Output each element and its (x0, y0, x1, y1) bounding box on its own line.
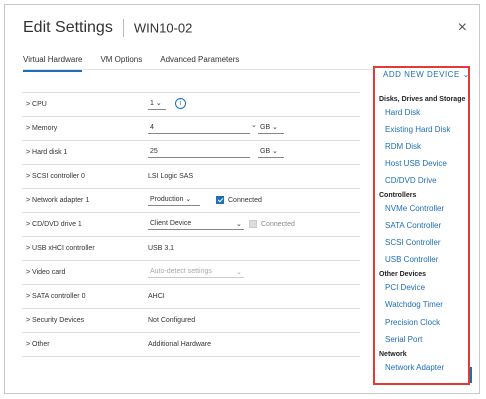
other-value: Additional Hardware (148, 341, 212, 348)
menu-item-serial-port[interactable]: Serial Port (385, 335, 422, 344)
menu-item-network-adapter[interactable]: Network Adapter (385, 363, 444, 372)
menu-item-hard-disk[interactable]: Hard Disk (385, 108, 420, 117)
cpu-label[interactable]: > CPU (26, 101, 47, 108)
menu-item-pci-device[interactable]: PCI Device (385, 283, 425, 292)
cpu-select[interactable]: 1 ⌄ (148, 98, 166, 110)
video-label[interactable]: > Video card (26, 269, 65, 276)
network-select[interactable]: Production ⌄ (148, 194, 200, 206)
row-hard-disk[interactable]: > Hard disk 1 25 GB ⌄ (22, 141, 360, 165)
network-connected-checkbox[interactable] (216, 196, 224, 204)
row-video-card[interactable]: > Video card Auto-detect settings ⌄ (22, 261, 360, 285)
row-network-adapter[interactable]: > Network adapter 1 Production ⌄ Connect… (22, 189, 360, 213)
cddvd-select[interactable]: Client Device (148, 218, 244, 230)
hardware-list: > CPU 1 ⌄ i > Memory 4 ⌄ GB ⌄ > Hard dis… (22, 92, 360, 357)
usb-label[interactable]: > USB xHCI controller (26, 245, 95, 252)
video-select[interactable]: Auto-detect settings (148, 266, 244, 278)
memory-unit-select[interactable]: GB ⌄ (258, 122, 284, 134)
row-usb-controller[interactable]: > USB xHCI controller USB 3.1 (22, 237, 360, 261)
menu-item-scsi-controller[interactable]: SCSI Controller (385, 238, 441, 247)
close-icon[interactable]: × (458, 19, 467, 37)
menu-group-controllers: Controllers (379, 192, 417, 199)
dialog-title: Edit Settings WIN10-02 (23, 19, 192, 37)
row-other[interactable]: > Other Additional Hardware (22, 333, 360, 357)
cddvd-connected-checkbox[interactable] (249, 220, 257, 228)
scsi-label[interactable]: > SCSI controller 0 (26, 173, 85, 180)
cddvd-connected-label: Connected (261, 221, 295, 228)
title-divider (122, 19, 124, 37)
menu-item-precision-clock[interactable]: Precision Clock (385, 318, 440, 327)
security-label[interactable]: > Security Devices (26, 317, 84, 324)
memory-stepper-icon[interactable]: ⌄ (251, 121, 257, 129)
network-connected-label: Connected (228, 197, 262, 204)
add-new-device-button[interactable]: ADD NEW DEVICE ⌄ (383, 70, 470, 79)
network-label[interactable]: > Network adapter 1 (26, 197, 89, 204)
menu-item-rdm-disk[interactable]: RDM Disk (385, 142, 421, 151)
row-cddvd-drive[interactable]: > CD/DVD drive 1 Client Device ⌄ Connect… (22, 213, 360, 237)
menu-item-existing-hard-disk[interactable]: Existing Hard Disk (385, 125, 450, 134)
row-cpu[interactable]: > CPU 1 ⌄ i (22, 93, 360, 117)
menu-item-watchdog-timer[interactable]: Watchdog Timer (385, 300, 443, 309)
menu-item-usb-controller[interactable]: USB Controller (385, 255, 438, 264)
other-label[interactable]: > Other (26, 341, 50, 348)
info-icon[interactable]: i (175, 98, 186, 109)
memory-input[interactable]: 4 (148, 122, 250, 134)
security-value: Not Configured (148, 317, 196, 324)
dialog-title-text: Edit Settings (23, 19, 113, 37)
vm-name: WIN10-02 (133, 20, 193, 36)
menu-group-disks: Disks, Drives and Storage (379, 96, 466, 103)
menu-item-cddvd-drive[interactable]: CD/DVD Drive (385, 176, 437, 185)
row-scsi-controller[interactable]: > SCSI controller 0 LSI Logic SAS (22, 165, 360, 189)
hard-disk-unit-select[interactable]: GB ⌄ (258, 146, 284, 158)
menu-item-nvme-controller[interactable]: NVMe Controller (385, 204, 444, 213)
video-chevron-down-icon[interactable]: ⌄ (236, 268, 242, 276)
menu-item-host-usb-device[interactable]: Host USB Device (385, 159, 447, 168)
scsi-value: LSI Logic SAS (148, 173, 194, 180)
add-device-menu: Disks, Drives and Storage Hard Disk Exis… (373, 66, 470, 385)
row-security-devices[interactable]: > Security Devices Not Configured (22, 309, 360, 333)
row-memory[interactable]: > Memory 4 ⌄ GB ⌄ (22, 117, 360, 141)
sata-value: AHCI (148, 293, 165, 300)
cddvd-chevron-down-icon[interactable]: ⌄ (236, 220, 242, 228)
sata-label[interactable]: > SATA controller 0 (26, 293, 85, 300)
menu-item-sata-controller[interactable]: SATA Controller (385, 221, 441, 230)
cddvd-label[interactable]: > CD/DVD drive 1 (26, 221, 82, 228)
row-sata-controller[interactable]: > SATA controller 0 AHCI (22, 285, 360, 309)
memory-label[interactable]: > Memory (26, 125, 57, 132)
hard-disk-input[interactable]: 25 (148, 146, 250, 158)
menu-group-other-devices: Other Devices (379, 271, 427, 278)
usb-value: USB 3.1 (148, 245, 175, 252)
menu-group-network: Network (379, 351, 407, 358)
hard-disk-label[interactable]: > Hard disk 1 (26, 149, 67, 156)
